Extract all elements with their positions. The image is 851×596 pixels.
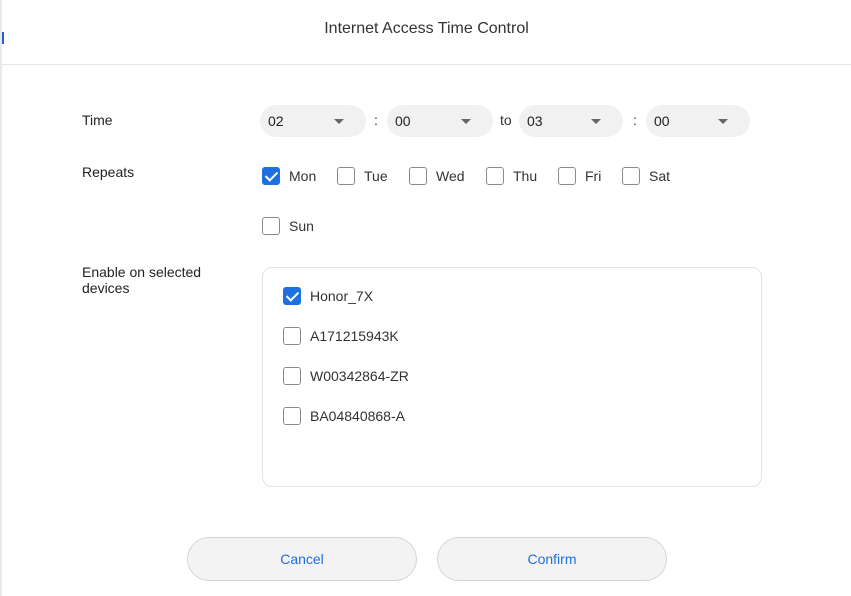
device-name: A171215943K [310, 328, 399, 344]
day-sat-checkbox[interactable]: Sat [622, 166, 670, 186]
checkbox-checked-icon [262, 167, 280, 185]
device-item[interactable]: BA04840868-A [283, 406, 405, 426]
day-label: Tue [364, 168, 388, 184]
chevron-down-icon [718, 119, 728, 124]
device-name: BA04840868-A [310, 408, 405, 424]
day-label: Fri [585, 168, 602, 184]
checkbox-icon [486, 167, 504, 185]
checkbox-icon [262, 217, 280, 235]
repeats-label: Repeats [82, 164, 135, 180]
dialog-title: Internet Access Time Control [324, 20, 529, 37]
device-name: Honor_7X [310, 288, 374, 304]
day-label: Wed [436, 168, 465, 184]
checkbox-icon [283, 367, 301, 385]
end-minute-value: 00 [654, 113, 670, 129]
end-minute-select[interactable]: 00 [646, 105, 750, 137]
device-item[interactable]: W00342864-ZR [283, 366, 409, 386]
to-label: to [500, 112, 512, 128]
end-hour-value: 03 [527, 113, 543, 129]
day-label: Sat [649, 168, 671, 184]
time-colon-2: : [633, 112, 637, 128]
start-hour-value: 02 [268, 113, 284, 129]
chevron-down-icon [334, 119, 344, 124]
day-label: Mon [289, 168, 317, 184]
start-minute-value: 00 [395, 113, 411, 129]
day-thu-checkbox[interactable]: Thu [486, 166, 537, 186]
start-minute-select[interactable]: 00 [387, 105, 493, 137]
day-label: Sun [289, 218, 314, 234]
day-label: Thu [513, 168, 538, 184]
cancel-button[interactable]: Cancel [187, 537, 417, 581]
chevron-down-icon [591, 119, 601, 124]
checkbox-icon [558, 167, 576, 185]
day-wed-checkbox[interactable]: Wed [409, 166, 465, 186]
day-sun-checkbox[interactable]: Sun [262, 216, 314, 236]
device-item[interactable]: A171215943K [283, 326, 399, 346]
checkbox-icon [622, 167, 640, 185]
devices-label: Enable on selected devices [82, 264, 202, 296]
time-colon-1: : [374, 112, 378, 128]
day-fri-checkbox[interactable]: Fri [558, 166, 601, 186]
checkbox-checked-icon [283, 287, 301, 305]
confirm-button[interactable]: Confirm [437, 537, 667, 581]
title-divider [2, 64, 851, 65]
chevron-down-icon [461, 119, 471, 124]
time-label: Time [82, 112, 113, 128]
day-mon-checkbox[interactable]: Mon [262, 166, 316, 186]
start-hour-select[interactable]: 02 [260, 105, 366, 137]
checkbox-icon [409, 167, 427, 185]
time-control-dialog: Internet Access Time Control Time 02 : 0… [2, 0, 851, 596]
device-item[interactable]: Honor_7X [283, 286, 373, 306]
checkbox-icon [283, 327, 301, 345]
checkbox-icon [283, 407, 301, 425]
device-name: W00342864-ZR [310, 368, 409, 384]
checkbox-icon [337, 167, 355, 185]
day-tue-checkbox[interactable]: Tue [337, 166, 388, 186]
end-hour-select[interactable]: 03 [519, 105, 623, 137]
